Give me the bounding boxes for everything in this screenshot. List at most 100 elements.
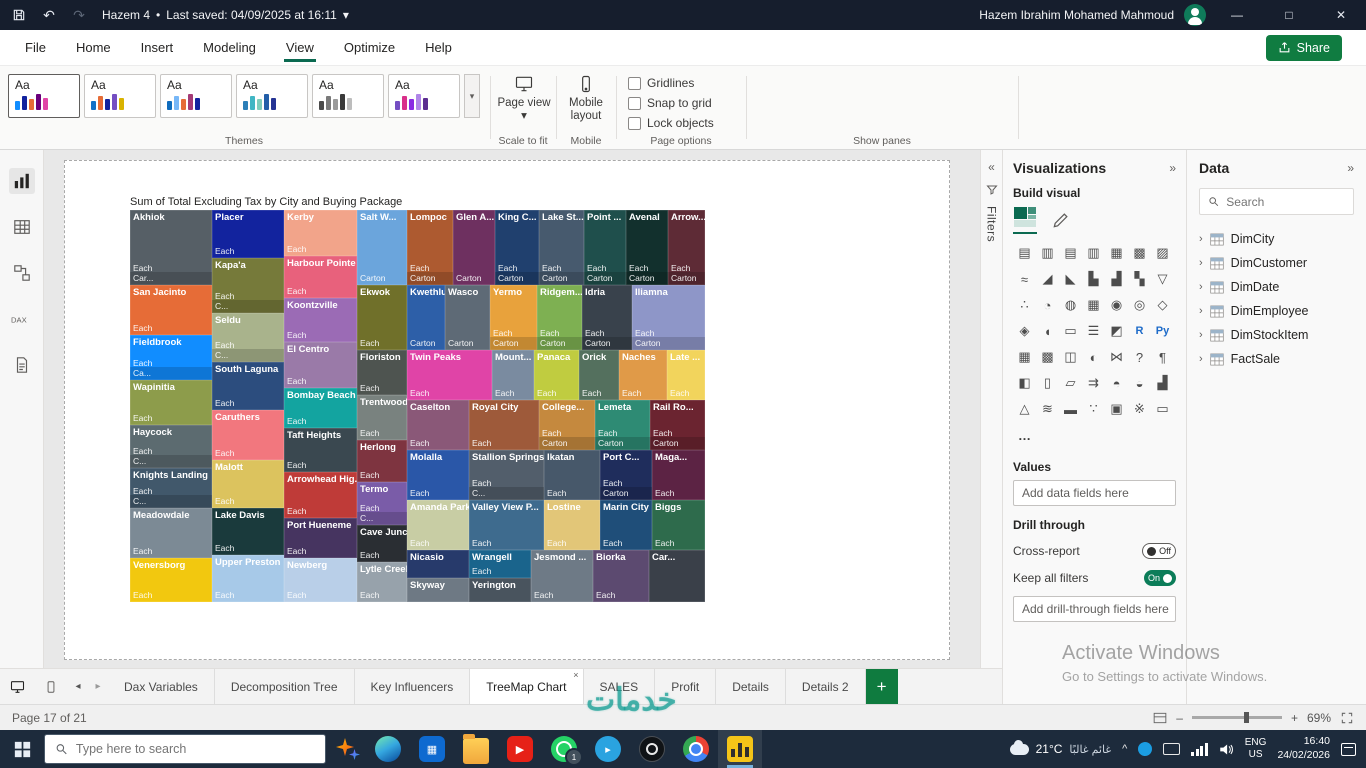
dot-plot-icon[interactable]: ∵ bbox=[1082, 396, 1105, 422]
sankey-chart-icon[interactable]: ≋ bbox=[1036, 396, 1059, 422]
expand-chevron-icon[interactable]: › bbox=[1199, 329, 1203, 341]
treemap-tile[interactable]: Lytle Creek Each bbox=[357, 562, 407, 602]
waterfall-chart-icon[interactable]: ▚ bbox=[1128, 266, 1151, 292]
dax-query-view-icon[interactable]: DAX bbox=[9, 306, 35, 332]
key-influencers-visual-icon[interactable]: ◐ bbox=[1082, 344, 1105, 370]
clustered-column-chart-icon[interactable]: ▥ bbox=[1082, 240, 1105, 266]
treemap-tile[interactable]: Avenal Each Carton bbox=[626, 210, 668, 285]
share-button[interactable]: Share bbox=[1265, 34, 1342, 61]
microsoft-store-icon[interactable]: ▦ bbox=[410, 730, 454, 768]
scatter-chart-icon[interactable]: ∴ bbox=[1013, 292, 1036, 318]
area-chart-icon[interactable]: ◢ bbox=[1036, 266, 1059, 292]
expand-chevron-icon[interactable]: › bbox=[1199, 257, 1203, 269]
qna-visual-icon[interactable]: ? bbox=[1128, 344, 1151, 370]
treemap-tile[interactable]: Biggs Each bbox=[652, 500, 705, 550]
copilot-sparkle-icon[interactable] bbox=[332, 730, 366, 768]
treemap-tile[interactable]: Lostine Each bbox=[544, 500, 600, 550]
treemap-tile[interactable]: Wapinitia Each bbox=[130, 380, 212, 425]
treemap-tile[interactable]: El Centro Each bbox=[284, 342, 357, 388]
treemap-tile[interactable]: Valley View P... Each bbox=[469, 500, 544, 550]
add-data-fields-well[interactable]: Add data fields here bbox=[1013, 480, 1176, 506]
dark-app-icon[interactable] bbox=[630, 730, 674, 768]
power-apps-visual-icon[interactable]: ▱ bbox=[1059, 370, 1082, 396]
menu-item-insert[interactable]: Insert bbox=[126, 30, 189, 65]
treemap-tile[interactable]: Point ... Each Carton bbox=[584, 210, 626, 285]
clustered-bar-chart-icon[interactable]: ▤ bbox=[1059, 240, 1082, 266]
table-view-icon[interactable] bbox=[9, 214, 35, 240]
treemap-tile[interactable]: Panaca Each bbox=[534, 350, 579, 400]
mobile-layout-button[interactable]: Mobile layout bbox=[561, 74, 611, 123]
treemap-tile[interactable]: Malott Each bbox=[212, 460, 284, 508]
theme-card[interactable]: Aa bbox=[8, 74, 80, 118]
expand-chevron-icon[interactable]: › bbox=[1199, 305, 1203, 317]
treemap-tile[interactable]: Amanda Park Each bbox=[407, 500, 469, 550]
treemap-tile[interactable]: Ekwok Each bbox=[357, 285, 407, 350]
file-explorer-icon[interactable] bbox=[454, 730, 498, 768]
treemap-tile[interactable]: Idria Each Carton bbox=[582, 285, 632, 350]
data-search-input[interactable] bbox=[1226, 194, 1345, 209]
pie-chart-icon[interactable]: ◔ bbox=[1036, 292, 1059, 318]
treemap-tile[interactable]: Bombay Beach Each bbox=[284, 388, 357, 428]
treemap-tile[interactable]: Caselton Each bbox=[407, 400, 469, 450]
treemap-tile[interactable]: Trentwood Each bbox=[357, 395, 407, 440]
menu-item-modeling[interactable]: Modeling bbox=[188, 30, 271, 65]
treemap-tile[interactable]: Jesmond ... Each bbox=[531, 550, 593, 602]
gauge-visual-icon[interactable]: ◖ bbox=[1036, 318, 1059, 344]
close-button[interactable]: ✕ bbox=[1320, 0, 1362, 30]
treemap-tile[interactable]: Arrow... Each Carton bbox=[668, 210, 705, 285]
treemap-tile[interactable]: Yermo Each Carton bbox=[490, 285, 537, 350]
zoom-slider[interactable] bbox=[1191, 712, 1282, 723]
timeline-visual-icon[interactable]: ▭ bbox=[1151, 396, 1174, 422]
chrome-icon[interactable] bbox=[674, 730, 718, 768]
treemap-tile[interactable]: Wrangell Each bbox=[469, 550, 531, 578]
tray-app-icon[interactable] bbox=[1138, 742, 1153, 756]
line-clustered-column-chart-icon[interactable]: ▟ bbox=[1105, 266, 1128, 292]
themes-gallery-expand-icon[interactable]: ▾ bbox=[464, 74, 480, 118]
treemap-tile[interactable]: Akhiok Each Car... bbox=[130, 210, 212, 285]
treemap-tile[interactable]: San Jacinto Each bbox=[130, 285, 212, 335]
edge-icon[interactable] bbox=[366, 730, 410, 768]
zoom-slider-thumb[interactable] bbox=[1244, 712, 1250, 723]
next-page-arrow[interactable]: ▸ bbox=[88, 669, 108, 704]
treemap-tile[interactable]: Port Hueneme Each bbox=[284, 518, 357, 558]
power-bi-icon[interactable] bbox=[718, 730, 762, 768]
treemap-tile[interactable]: Caruthers Each bbox=[212, 410, 284, 460]
treemap-tile[interactable]: Salt W... Carton bbox=[357, 210, 407, 285]
treemap-tile[interactable]: Lake St... Each Carton bbox=[539, 210, 584, 285]
kpi-visual-icon[interactable]: ◩ bbox=[1105, 318, 1128, 344]
100-stacked-column-chart-icon[interactable]: ▩ bbox=[1128, 240, 1151, 266]
data-table-dimcity[interactable]: › DimCity bbox=[1199, 227, 1354, 251]
card-visual-icon[interactable]: ▭ bbox=[1059, 318, 1082, 344]
histogram-visual-icon[interactable]: ▟ bbox=[1151, 370, 1174, 396]
bullet-chart-icon[interactable]: ▬ bbox=[1059, 396, 1082, 422]
touch-keyboard-icon[interactable] bbox=[1163, 743, 1181, 755]
python-visual-icon[interactable]: Py bbox=[1151, 318, 1174, 344]
treemap-tile[interactable]: Harbour Pointe Each bbox=[284, 256, 357, 298]
menu-item-home[interactable]: Home bbox=[61, 30, 126, 65]
power-automate-visual-icon[interactable]: ⇉ bbox=[1082, 370, 1105, 396]
notification-center-icon[interactable] bbox=[1341, 742, 1356, 756]
theme-card[interactable]: Aa bbox=[236, 74, 308, 118]
expand-chevron-icon[interactable]: › bbox=[1199, 233, 1203, 245]
treemap-tile[interactable]: Molalla Each bbox=[407, 450, 469, 500]
treemap-tile[interactable]: Wasco Carton bbox=[445, 285, 490, 350]
treemap-tile[interactable]: Stallion Springs Each C... bbox=[469, 450, 544, 500]
treemap-tile[interactable]: Orick Each bbox=[579, 350, 619, 400]
treemap[interactable]: Akhiok Each Car... San Jacinto Each Fieldbroo… bbox=[130, 210, 705, 602]
save-icon[interactable] bbox=[4, 0, 34, 30]
treemap-tile[interactable]: Iliamna Each Carton bbox=[632, 285, 705, 350]
map-visual-icon[interactable]: ◉ bbox=[1105, 292, 1128, 318]
model-view-icon[interactable] bbox=[9, 260, 35, 286]
close-tab-icon[interactable]: × bbox=[573, 670, 578, 680]
treemap-tile[interactable]: Upper Preston Each bbox=[212, 555, 284, 602]
data-table-dimemployee[interactable]: › DimEmployee bbox=[1199, 299, 1354, 323]
mobile-view-icon[interactable] bbox=[34, 669, 68, 704]
treemap-tile[interactable]: Arrowhead Hig... Each bbox=[284, 472, 357, 518]
treemap-tile[interactable]: Seldu Each C... bbox=[212, 313, 284, 362]
treemap-tile[interactable]: Knights Landing Each C... bbox=[130, 468, 212, 508]
treemap-tile[interactable]: Koontzville Each bbox=[284, 298, 357, 342]
treemap-tile[interactable]: Marin City Each bbox=[600, 500, 652, 550]
page-tab-sales[interactable]: SALES bbox=[584, 669, 656, 704]
zoom-out-button[interactable]: – bbox=[1176, 711, 1183, 725]
tmdl-view-icon[interactable] bbox=[9, 352, 35, 378]
